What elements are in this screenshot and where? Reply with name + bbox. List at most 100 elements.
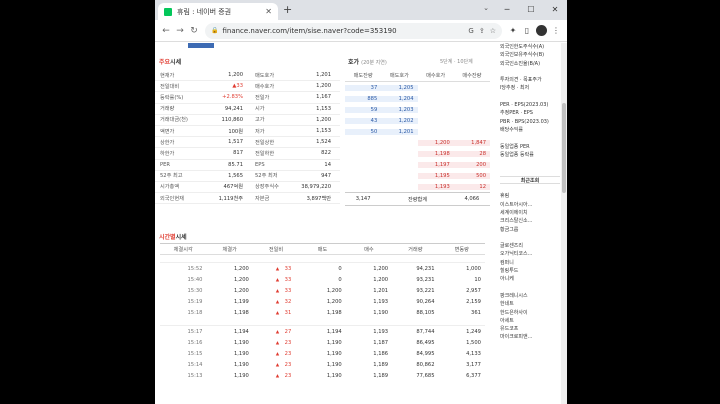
sidebar-item[interactable]: 최근조회 bbox=[500, 175, 560, 185]
page-scrollbar[interactable] bbox=[561, 43, 567, 404]
summary-label: 하한가 bbox=[160, 150, 175, 157]
active-tab-indicator bbox=[188, 43, 214, 48]
sell-price[interactable]: 1,201 bbox=[381, 128, 418, 135]
browser-toolbar: ← → ↻ 🔒 finance.naver.com/item/sise.nave… bbox=[155, 20, 567, 42]
sidebar-item[interactable]: 투자의견 · 목표주가 bbox=[500, 76, 560, 84]
trade-cell: 1,194 bbox=[233, 328, 249, 335]
menu-icon[interactable]: ⋮ bbox=[549, 26, 563, 35]
address-bar[interactable]: 🔒 finance.naver.com/item/sise.naver?code… bbox=[205, 22, 502, 39]
buy-price[interactable]: 1,198 bbox=[417, 150, 454, 157]
sidebar-icon[interactable]: ▯ bbox=[520, 26, 534, 35]
sidebar-item[interactable]: 유드코프 bbox=[500, 325, 560, 333]
back-icon[interactable]: ← bbox=[159, 26, 173, 36]
forward-icon[interactable]: → bbox=[173, 26, 187, 36]
summary-value: 100원 bbox=[228, 128, 243, 135]
sell-price[interactable]: 1,202 bbox=[381, 117, 418, 124]
sidebar-item[interactable]: 휴림 bbox=[500, 192, 560, 200]
sidebar-item[interactable]: PER · EPS(2023.03) bbox=[500, 101, 560, 109]
up-triangle-icon: ▲ bbox=[275, 351, 281, 357]
sidebar-item[interactable]: 아니케 bbox=[500, 275, 560, 283]
sidebar-item[interactable]: PBR · BPS(2023.03) bbox=[500, 118, 560, 126]
sidebar-item[interactable]: 이스트아시아... bbox=[500, 201, 560, 209]
maximize-button[interactable]: ☐ bbox=[519, 0, 543, 18]
change-value: 23 bbox=[284, 339, 292, 346]
trade-cell: 87,744 bbox=[416, 328, 435, 335]
sidebar-item[interactable]: 추정PER · EPS bbox=[500, 109, 560, 117]
minimize-button[interactable]: ─ bbox=[495, 0, 519, 18]
summary-value: 822 bbox=[321, 150, 331, 157]
browser-window: 휴림 : 네이버 증권 ✕ + ⌄ ─ ☐ ✕ ← → ↻ 🔒 finance.… bbox=[155, 0, 567, 404]
tab-search-icon[interactable]: ⌄ bbox=[483, 4, 489, 12]
sidebar-item[interactable]: 황금그룹 bbox=[500, 226, 560, 234]
hoga-buy-row: 1,195 500 bbox=[345, 170, 490, 181]
summary-row: 52주 최고 1,565 52주 최저 947 bbox=[155, 171, 340, 182]
table-row: 15:19 1,199 ▲ 32 1,200 1,193 90,264 2,159 bbox=[160, 296, 485, 307]
profile-avatar[interactable] bbox=[536, 25, 547, 36]
sell-price[interactable]: 1,203 bbox=[381, 106, 418, 113]
bookmark-star-icon[interactable]: ☆ bbox=[490, 27, 496, 35]
new-tab-button[interactable]: + bbox=[283, 3, 292, 16]
sidebar-item[interactable]: 외국인한도주식수(A) bbox=[500, 43, 560, 51]
sidebar-item[interactable]: 컴퍼니 bbox=[500, 259, 560, 267]
buy-price[interactable]: 1,195 bbox=[417, 172, 454, 179]
trade-title: 시간별시세 bbox=[159, 234, 187, 241]
sidebar-item[interactable]: 세계이에이치 bbox=[500, 209, 560, 217]
tab-close-icon[interactable]: ✕ bbox=[265, 7, 272, 16]
sidebar-item[interactable]: 한드은하사이 bbox=[500, 309, 560, 317]
trade-cell: 86,495 bbox=[416, 339, 435, 346]
trade-header-cell: 변동량 bbox=[454, 246, 469, 253]
browser-tab[interactable]: 휴림 : 네이버 증권 ✕ bbox=[158, 3, 278, 20]
sidebar-item[interactable]: 외국인보유주식수(B) bbox=[500, 51, 560, 59]
sidebar-item[interactable]: 힐링투드 bbox=[500, 267, 560, 275]
buy-quantity: 1,847 bbox=[453, 139, 490, 146]
sidebar-item[interactable]: 외국인소진율(B/A) bbox=[500, 60, 560, 68]
trade-cell: ▲ 33 bbox=[253, 266, 299, 272]
reload-icon[interactable]: ↻ bbox=[187, 26, 201, 36]
trade-table: 체결시각 체결가 전일비 매도 매수 거래량 변동량 15:52 1,200 ▲ 33 0 1,200… bbox=[160, 243, 485, 381]
scrollbar-thumb[interactable] bbox=[562, 103, 566, 193]
hoga-table: 매도잔량 매도호가 매수호가 매수잔량 37 1,205 885 1,204 59 1,203 43… bbox=[345, 70, 490, 206]
summary-label: 매수호가 bbox=[255, 83, 275, 90]
sell-price[interactable]: 1,204 bbox=[381, 95, 418, 102]
summary-value: 1,119천주 bbox=[218, 195, 243, 202]
trade-cell: 1,190 bbox=[326, 350, 342, 357]
sidebar-item[interactable]: 글로센즈리 bbox=[500, 242, 560, 250]
sidebar-item[interactable]: 마이크로피앤... bbox=[500, 333, 560, 341]
sidebar-item[interactable]: 아세트 bbox=[500, 317, 560, 325]
sidebar-item bbox=[500, 134, 560, 142]
trade-cell: ▲ 33 bbox=[253, 288, 299, 294]
sell-price[interactable]: 1,205 bbox=[381, 84, 418, 91]
sidebar-item[interactable]: 크리스탈신소... bbox=[500, 217, 560, 225]
buy-price[interactable]: 1,200 bbox=[417, 139, 454, 146]
sidebar-item bbox=[500, 68, 560, 76]
sidebar-item[interactable]: l당추정 · 최저 bbox=[500, 84, 560, 92]
trade-cell: 2,159 bbox=[466, 298, 481, 305]
trade-cell: 1,190 bbox=[233, 339, 249, 346]
trade-cell: 77,685 bbox=[416, 372, 435, 379]
summary-label: 매도호가 bbox=[255, 72, 275, 79]
sidebar-item[interactable]: 동일업종 등락률 bbox=[500, 151, 560, 159]
sidebar-item[interactable]: 배당수익률 bbox=[500, 126, 560, 134]
trade-cell: 1,200 bbox=[233, 265, 249, 272]
buy-price[interactable]: 1,197 bbox=[417, 161, 454, 168]
trade-cell: 1,189 bbox=[373, 372, 389, 379]
sidebar-item[interactable]: 오가닉티코스... bbox=[500, 250, 560, 258]
hoga-sell-row: 50 1,201 bbox=[345, 126, 490, 137]
share-icon[interactable]: ⇪ bbox=[479, 27, 485, 35]
tab-title: 휴림 : 네이버 증권 bbox=[177, 7, 232, 16]
trade-header-cell: 전일비 bbox=[268, 246, 284, 253]
sidebar-item[interactable]: 팡크레니시스 bbox=[500, 292, 560, 300]
sidebar-item[interactable]: 한네트 bbox=[500, 300, 560, 308]
trade-header: 체결시각 체결가 전일비 매도 매수 거래량 변동량 bbox=[160, 243, 485, 255]
sidebar-item[interactable]: 동일업종 PER bbox=[500, 143, 560, 151]
summary-label: 거래량 bbox=[160, 106, 175, 113]
trade-cell: 1,200 bbox=[326, 298, 342, 305]
google-icon[interactable]: G bbox=[468, 27, 473, 35]
close-window-button[interactable]: ✕ bbox=[543, 0, 567, 18]
hoga-level-links[interactable]: 5단계 · 10단계 bbox=[440, 58, 473, 65]
extensions-icon[interactable]: ✦ bbox=[506, 26, 520, 35]
change-value: 33 bbox=[284, 265, 292, 272]
buy-price[interactable]: 1,193 bbox=[417, 183, 454, 190]
sell-quantity: 885 bbox=[345, 95, 382, 102]
summary-label: 52주 최고 bbox=[160, 173, 183, 180]
